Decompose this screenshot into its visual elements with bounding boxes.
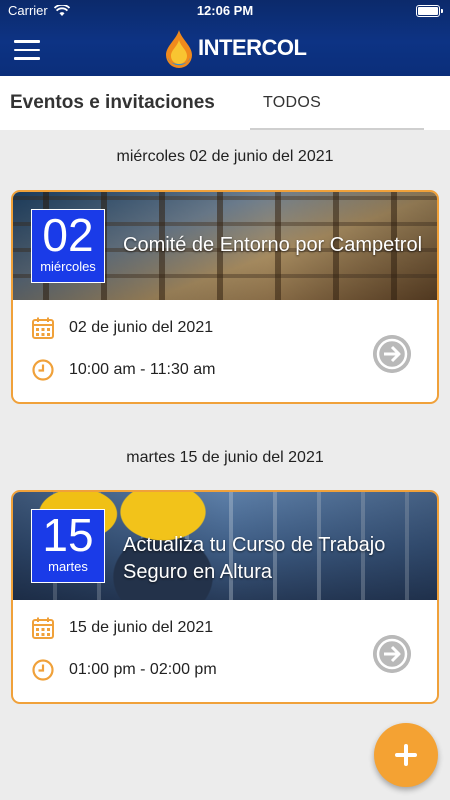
date-badge: 15 martes [31,509,105,583]
app-header: Carrier 12:06 PM INTERCOL [0,0,450,76]
event-time-row: 10:00 am - 11:30 am [31,358,215,382]
badge-day: 02 [42,209,94,261]
page-title: Eventos e invitaciones [10,92,215,113]
badge-weekday: miércoles [40,259,96,274]
add-event-button[interactable] [374,723,438,787]
arrow-right-icon[interactable] [373,635,411,673]
date-heading: martes 15 de junio del 2021 [126,449,324,466]
event-date: 02 de junio del 2021 [69,319,214,336]
arrow-right-icon[interactable] [373,335,411,373]
hamburger-menu-icon[interactable] [14,40,40,60]
badge-weekday: martes [48,559,88,574]
logo-text: INTERCOL [198,35,307,60]
event-date: 15 de junio del 2021 [69,619,214,636]
event-title: Comité de Entorno por Campetrol [123,234,423,256]
calendar-icon [32,617,54,639]
calendar-icon [32,317,54,339]
tab-todos[interactable]: TODOS [250,76,424,130]
clock-icon [32,659,54,681]
event-time: 01:00 pm - 02:00 pm [69,661,217,678]
plus-icon [395,744,417,766]
event-time-row: 01:00 pm - 02:00 pm [31,658,217,682]
event-time: 10:00 am - 11:30 am [69,361,216,378]
battery-icon [416,5,443,17]
event-title: Actualiza tu Curso de Trabajo Seguro en … [123,534,386,583]
event-card[interactable]: 02 miércoles Comité de Entorno por Campe… [11,190,439,404]
badge-day: 15 [42,509,94,561]
clock-icon [32,359,54,381]
date-badge: 02 miércoles [31,209,105,283]
status-time: 12:06 PM [196,3,254,18]
intercol-logo: INTERCOL [162,28,307,68]
event-date-row: 02 de junio del 2021 [31,316,213,340]
date-heading: miércoles 02 de junio del 2021 [116,148,334,165]
flame-drop-icon [166,30,192,68]
tab-todos-label: TODOS [263,94,322,111]
status-bar: Carrier 12:06 PM [0,0,450,22]
event-card[interactable]: 15 martes Actualiza tu Curso de Trabajo … [11,490,439,704]
tab-underline [250,128,424,130]
tabs-bar: Eventos e invitaciones TODOS [0,76,450,130]
event-date-row: 15 de junio del 2021 [31,616,213,640]
